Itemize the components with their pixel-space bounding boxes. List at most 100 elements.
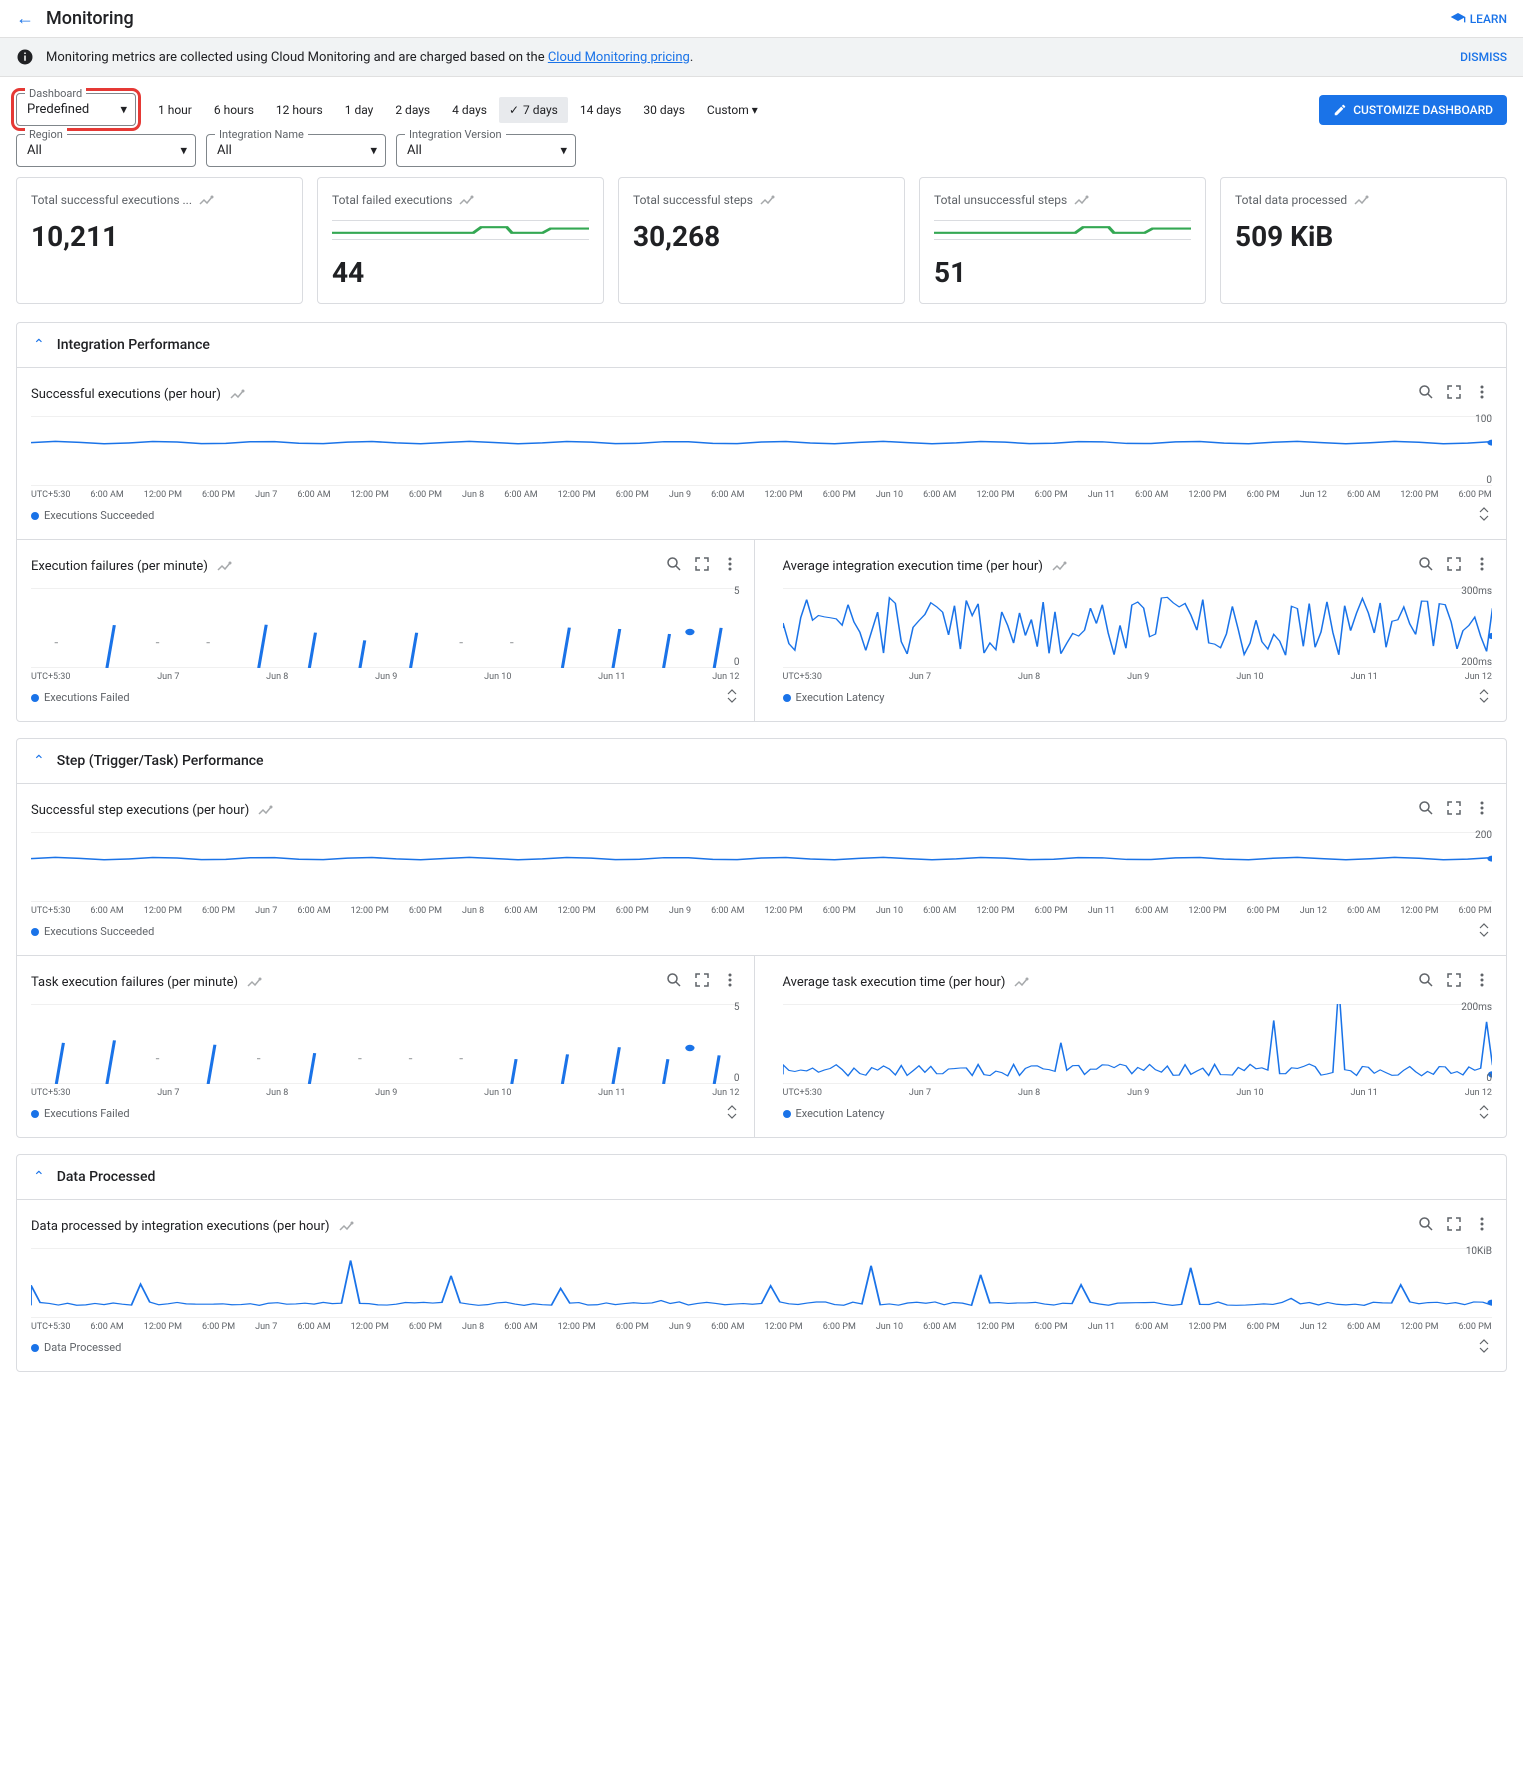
trend-icon xyxy=(759,192,775,208)
time-range-custom[interactable]: Custom ▾ xyxy=(697,97,768,123)
check-icon: ✓ xyxy=(509,103,519,117)
fullscreen-icon[interactable] xyxy=(1444,798,1464,822)
svg-text:-: - xyxy=(358,1053,363,1064)
collapse-chevron-icon[interactable]: ⌃ xyxy=(33,337,45,353)
y-top-label: 200 xyxy=(1475,830,1492,841)
zoom-icon[interactable] xyxy=(1416,970,1436,994)
y-top-label: 5 xyxy=(734,1002,740,1013)
filter-region[interactable]: RegionAll▾ xyxy=(16,134,196,167)
zoom-icon[interactable] xyxy=(1416,1214,1436,1238)
zoom-icon[interactable] xyxy=(1416,382,1436,406)
dashboard-select[interactable]: Dashboard Predefined ▾ xyxy=(16,93,136,126)
sort-icon[interactable] xyxy=(724,688,740,707)
sort-icon[interactable] xyxy=(1476,922,1492,941)
time-range-30-days[interactable]: 30 days xyxy=(633,97,695,123)
stat-value: 10,211 xyxy=(31,220,288,253)
chart-panel: Average task execution time (per hour)20… xyxy=(769,956,1507,1137)
time-range-14-days[interactable]: 14 days xyxy=(570,97,632,123)
y-top-label: 5 xyxy=(734,586,740,597)
dropdown-arrow-icon: ▾ xyxy=(180,143,187,158)
legend: Execution Latency xyxy=(783,1104,1493,1123)
more-menu-icon[interactable] xyxy=(1472,1214,1492,1238)
filter-integration-version[interactable]: Integration VersionAll▾ xyxy=(396,134,576,167)
fullscreen-icon[interactable] xyxy=(1444,382,1464,406)
x-axis: UTC+5:30Jun 7Jun 8Jun 9Jun 10Jun 11Jun 1… xyxy=(31,672,740,682)
time-range-7-days[interactable]: ✓ 7 days xyxy=(499,97,568,123)
stat-value: 44 xyxy=(332,256,589,289)
more-menu-icon[interactable] xyxy=(1472,970,1492,994)
sort-icon[interactable] xyxy=(1476,506,1492,525)
dropdown-arrow-icon: ▾ xyxy=(560,143,567,158)
chart-panel: Task execution failures (per minute)5---… xyxy=(17,956,755,1137)
sort-icon[interactable] xyxy=(724,1104,740,1123)
y-top-label: 300ms xyxy=(1461,586,1492,597)
panel-title: Average integration execution time (per … xyxy=(783,559,1043,574)
stat-card: Total successful executions ... 10,211 xyxy=(16,177,303,304)
customize-dashboard-button[interactable]: CUSTOMIZE DASHBOARD xyxy=(1319,95,1507,125)
stat-title: Total successful executions ... xyxy=(31,193,192,207)
svg-text:-: - xyxy=(459,1053,464,1064)
zoom-icon[interactable] xyxy=(664,970,684,994)
svg-text:-: - xyxy=(510,637,515,648)
more-menu-icon[interactable] xyxy=(720,970,740,994)
panel-title: Data processed by integration executions… xyxy=(31,1219,330,1234)
trend-icon xyxy=(257,802,273,818)
svg-text:-: - xyxy=(54,637,59,648)
chart-area: 200 xyxy=(31,832,1492,902)
time-range-6-hours[interactable]: 6 hours xyxy=(204,97,264,123)
pricing-link[interactable]: Cloud Monitoring pricing xyxy=(548,50,690,65)
time-range-2-days[interactable]: 2 days xyxy=(385,97,440,123)
more-menu-icon[interactable] xyxy=(1472,798,1492,822)
time-range-picker: 1 hour6 hours12 hours1 day2 days4 days✓ … xyxy=(148,97,768,123)
legend: Data Processed xyxy=(31,1338,1492,1357)
stat-card: Total failed executions 44 xyxy=(317,177,604,304)
more-menu-icon[interactable] xyxy=(720,554,740,578)
dropdown-arrow-icon: ▾ xyxy=(120,102,127,117)
chart-area: 10KiB xyxy=(31,1248,1492,1318)
dropdown-arrow-icon: ▾ xyxy=(752,103,758,117)
fullscreen-icon[interactable] xyxy=(692,970,712,994)
main-content: Total successful executions ... 10,211To… xyxy=(0,177,1523,1408)
section: ⌃Step (Trigger/Task) PerformanceSuccessf… xyxy=(16,738,1507,1138)
sort-icon[interactable] xyxy=(1476,688,1492,707)
zoom-icon[interactable] xyxy=(1416,554,1436,578)
sort-icon[interactable] xyxy=(1476,1104,1492,1123)
sparkline xyxy=(332,216,589,244)
time-range-4-days[interactable]: 4 days xyxy=(442,97,497,123)
time-range-1-day[interactable]: 1 day xyxy=(335,97,384,123)
collapse-chevron-icon[interactable]: ⌃ xyxy=(33,1169,45,1185)
x-axis: UTC+5:306:00 AM12:00 PM6:00 PMJun 76:00 … xyxy=(31,906,1492,916)
learn-link[interactable]: LEARN xyxy=(1450,11,1507,27)
collapse-chevron-icon[interactable]: ⌃ xyxy=(33,753,45,769)
zoom-icon[interactable] xyxy=(664,554,684,578)
fullscreen-icon[interactable] xyxy=(1444,1214,1464,1238)
section: ⌃ Data Processed Data processed by integra… xyxy=(16,1154,1507,1372)
trend-icon xyxy=(1073,192,1089,208)
time-range-1-hour[interactable]: 1 hour xyxy=(148,97,202,123)
legend-dot-icon xyxy=(31,1110,39,1118)
chart-panel: Average integration execution time (per … xyxy=(769,540,1507,721)
info-icon xyxy=(16,48,34,66)
more-menu-icon[interactable] xyxy=(1472,382,1492,406)
more-menu-icon[interactable] xyxy=(1472,554,1492,578)
fullscreen-icon[interactable] xyxy=(692,554,712,578)
dismiss-button[interactable]: DISMISS xyxy=(1460,50,1507,64)
chart-area: 5-----0 xyxy=(31,1004,740,1084)
chart-area: 100 0 xyxy=(31,416,1492,486)
y-bot-label: 0 xyxy=(1486,475,1492,486)
fullscreen-icon[interactable] xyxy=(1444,970,1464,994)
back-arrow-icon[interactable]: ← xyxy=(16,8,34,29)
zoom-icon[interactable] xyxy=(1416,798,1436,822)
time-range-12-hours[interactable]: 12 hours xyxy=(266,97,333,123)
stat-title: Total data processed xyxy=(1235,193,1347,207)
stat-value: 30,268 xyxy=(633,220,890,253)
sort-icon[interactable] xyxy=(1476,1338,1492,1357)
page-title: Monitoring xyxy=(46,8,134,29)
dashboard-select-highlight: Dashboard Predefined ▾ xyxy=(16,93,136,126)
filter-integration-name[interactable]: Integration NameAll▾ xyxy=(206,134,386,167)
x-axis: UTC+5:306:00 AM12:00 PM6:00 PMJun 76:00 … xyxy=(31,1322,1492,1332)
section-title: Integration Performance xyxy=(57,337,210,353)
panel-title: Successful executions (per hour) xyxy=(31,387,221,402)
y-top-label: 100 xyxy=(1475,414,1492,425)
fullscreen-icon[interactable] xyxy=(1444,554,1464,578)
